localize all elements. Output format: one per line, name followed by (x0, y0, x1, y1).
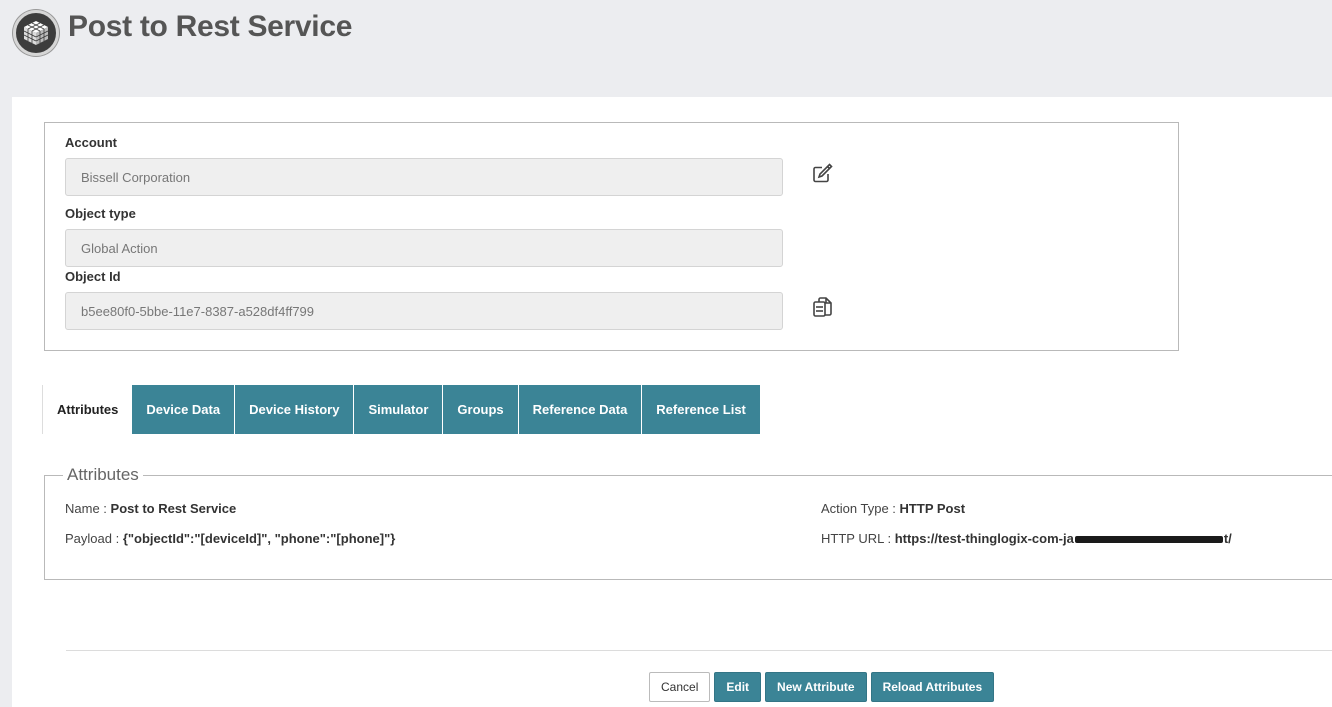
tab-device-history[interactable]: Device History (235, 385, 355, 434)
edit-icon[interactable] (811, 161, 835, 185)
tab-reference-data[interactable]: Reference Data (518, 385, 643, 434)
object-id-label: Object Id (65, 269, 121, 284)
divider (66, 650, 1332, 651)
cancel-button[interactable]: Cancel (649, 672, 711, 702)
tab-attributes[interactable]: Attributes (42, 385, 133, 434)
attribute-action-type-value: HTTP Post (899, 501, 966, 516)
tab-groups[interactable]: Groups (443, 385, 519, 434)
attribute-name-value: Post to Rest Service (110, 501, 237, 516)
attribute-action-type-label: Action Type : (821, 501, 896, 516)
edit-button[interactable]: Edit (714, 672, 762, 702)
account-label: Account (65, 135, 117, 150)
attribute-http-url-value-end: t/ (1223, 531, 1232, 546)
new-attribute-button[interactable]: New Attribute (765, 672, 867, 702)
object-id-field[interactable] (65, 292, 783, 330)
cube-logo-icon (13, 10, 59, 56)
main-panel: Account Object type Object Id Attributes… (12, 97, 1332, 707)
attribute-payload-label: Payload : (65, 531, 120, 546)
tab-bar: Attributes Device Data Device History Si… (42, 385, 761, 435)
attribute-payload-value: {"objectId":"[deviceId]", "phone":"[phon… (122, 531, 396, 546)
attribute-http-url: HTTP URL : https://test-thinglogix-com-j… (821, 531, 1232, 546)
account-field[interactable] (65, 158, 783, 196)
page-header: Post to Rest Service (0, 0, 1332, 97)
page-title: Post to Rest Service (68, 10, 353, 43)
object-info-box: Account Object type Object Id (44, 122, 1179, 351)
copy-icon[interactable] (811, 295, 835, 319)
object-type-label: Object type (65, 206, 136, 221)
tab-device-data[interactable]: Device Data (132, 385, 236, 434)
tab-simulator[interactable]: Simulator (354, 385, 444, 434)
redaction-mark (1074, 536, 1223, 544)
attribute-payload: Payload : {"objectId":"[deviceId]", "pho… (65, 531, 395, 546)
attribute-http-url-value-start: https://test-thinglogix-com-ja (894, 531, 1074, 546)
action-buttons: Cancel Edit New Attribute Reload Attribu… (649, 672, 995, 702)
object-type-field[interactable] (65, 229, 783, 267)
attribute-http-url-label: HTTP URL : (821, 531, 892, 546)
tab-reference-list[interactable]: Reference List (642, 385, 761, 434)
attribute-name: Name : Post to Rest Service (65, 501, 236, 516)
attribute-name-label: Name : (65, 501, 107, 516)
reload-attributes-button[interactable]: Reload Attributes (870, 672, 995, 702)
attributes-legend: Attributes (63, 465, 143, 485)
attributes-fieldset: Attributes Name : Post to Rest Service P… (44, 465, 1332, 580)
attribute-action-type: Action Type : HTTP Post (821, 501, 965, 516)
